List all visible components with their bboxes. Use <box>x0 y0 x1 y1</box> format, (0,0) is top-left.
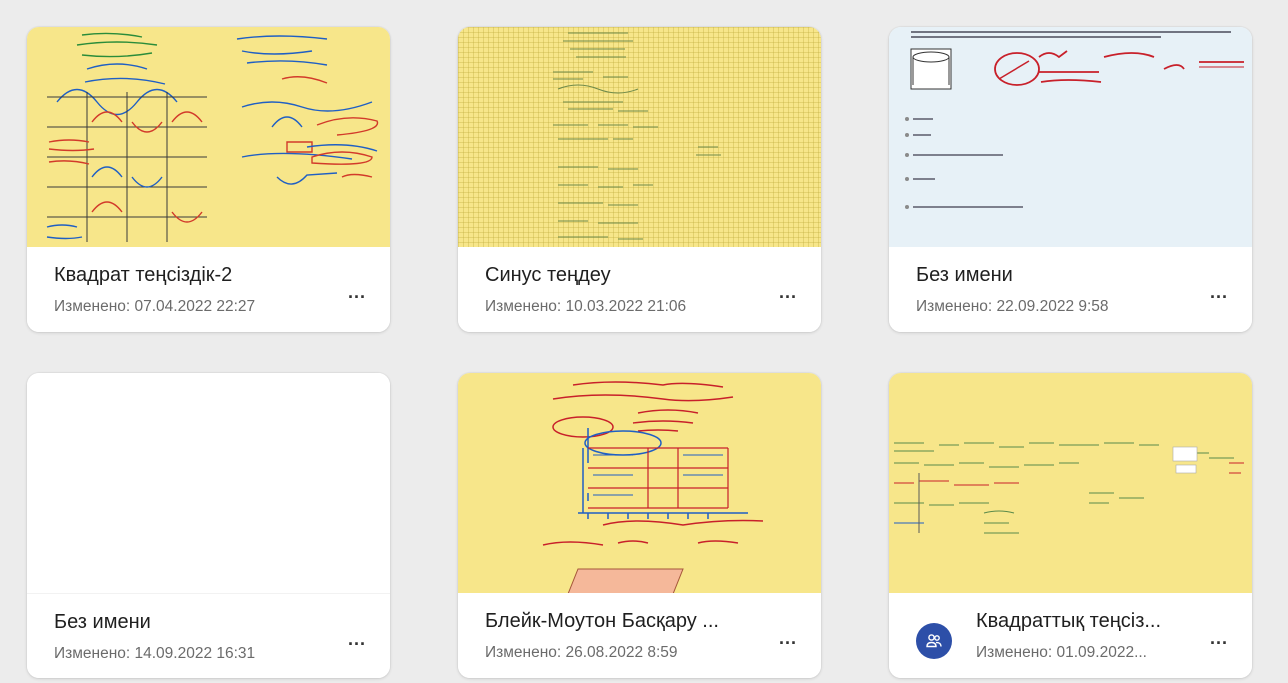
board-card[interactable]: Синус теңдеу Изменено: 10.03.2022 21:06 … <box>458 27 821 332</box>
more-options-button[interactable]: ... <box>773 283 803 307</box>
thumbnail-scribbles <box>553 32 721 240</box>
board-modified-date: Изменено: 14.09.2022 16:31 <box>54 645 256 662</box>
board-meta: Квадраттық теңсіз... Изменено: 01.09.202… <box>889 593 1252 678</box>
thumbnail-scribbles <box>894 442 1244 534</box>
board-card[interactable]: Без имени Изменено: 22.09.2022 9:58 ... <box>889 27 1252 332</box>
board-meta: Без имени Изменено: 14.09.2022 16:31 ... <box>27 593 390 678</box>
people-icon <box>916 623 952 659</box>
board-title: Без имени <box>54 611 151 633</box>
board-title: Квадрат теңсіздік-2 <box>54 264 233 286</box>
board-card[interactable]: Блейк-Моутон Басқару ... Изменено: 26.08… <box>458 373 821 678</box>
board-modified-date: Изменено: 26.08.2022 8:59 <box>485 644 678 661</box>
more-options-button[interactable]: ... <box>342 283 372 307</box>
board-modified-date: Изменено: 22.09.2022 9:58 <box>916 298 1109 315</box>
board-card[interactable]: Квадраттық теңсіз... Изменено: 01.09.202… <box>889 373 1252 678</box>
board-title: Квадраттық теңсіз... <box>976 610 1162 632</box>
board-title: Блейк-Моутон Басқару ... <box>485 610 719 632</box>
board-title: Синус теңдеу <box>485 264 611 286</box>
whiteboard-grid: Квадрат теңсіздік-2 Изменено: 07.04.2022… <box>0 0 1288 683</box>
board-card[interactable]: Без имени Изменено: 14.09.2022 16:31 ... <box>27 373 390 678</box>
board-thumbnail <box>27 27 390 247</box>
board-thumbnail <box>889 27 1252 247</box>
board-modified-date: Изменено: 07.04.2022 22:27 <box>54 298 256 315</box>
thumbnail-scribbles <box>905 31 1244 209</box>
board-meta: Блейк-Моутон Басқару ... Изменено: 26.08… <box>458 593 821 678</box>
board-meta: Синус теңдеу Изменено: 10.03.2022 21:06 … <box>458 247 821 332</box>
board-modified-date: Изменено: 10.03.2022 21:06 <box>485 298 687 315</box>
more-options-button[interactable]: ... <box>342 630 372 654</box>
board-meta: Без имени Изменено: 22.09.2022 9:58 ... <box>889 247 1252 332</box>
more-options-button[interactable]: ... <box>1204 283 1234 307</box>
board-modified-date: Изменено: 01.09.2022... <box>976 644 1147 661</box>
board-thumbnail <box>458 27 821 247</box>
board-thumbnail <box>889 373 1252 593</box>
thumbnail-scribbles <box>46 32 379 242</box>
board-title: Без имени <box>916 264 1013 286</box>
board-meta: Квадрат теңсіздік-2 Изменено: 07.04.2022… <box>27 247 390 332</box>
more-options-button[interactable]: ... <box>1204 629 1234 653</box>
more-options-button[interactable]: ... <box>773 629 803 653</box>
thumbnail-scribbles <box>542 381 764 593</box>
board-thumbnail <box>458 373 821 593</box>
board-card[interactable]: Квадрат теңсіздік-2 Изменено: 07.04.2022… <box>27 27 390 332</box>
board-thumbnail <box>27 373 390 593</box>
people-icon-glyph <box>926 634 942 648</box>
